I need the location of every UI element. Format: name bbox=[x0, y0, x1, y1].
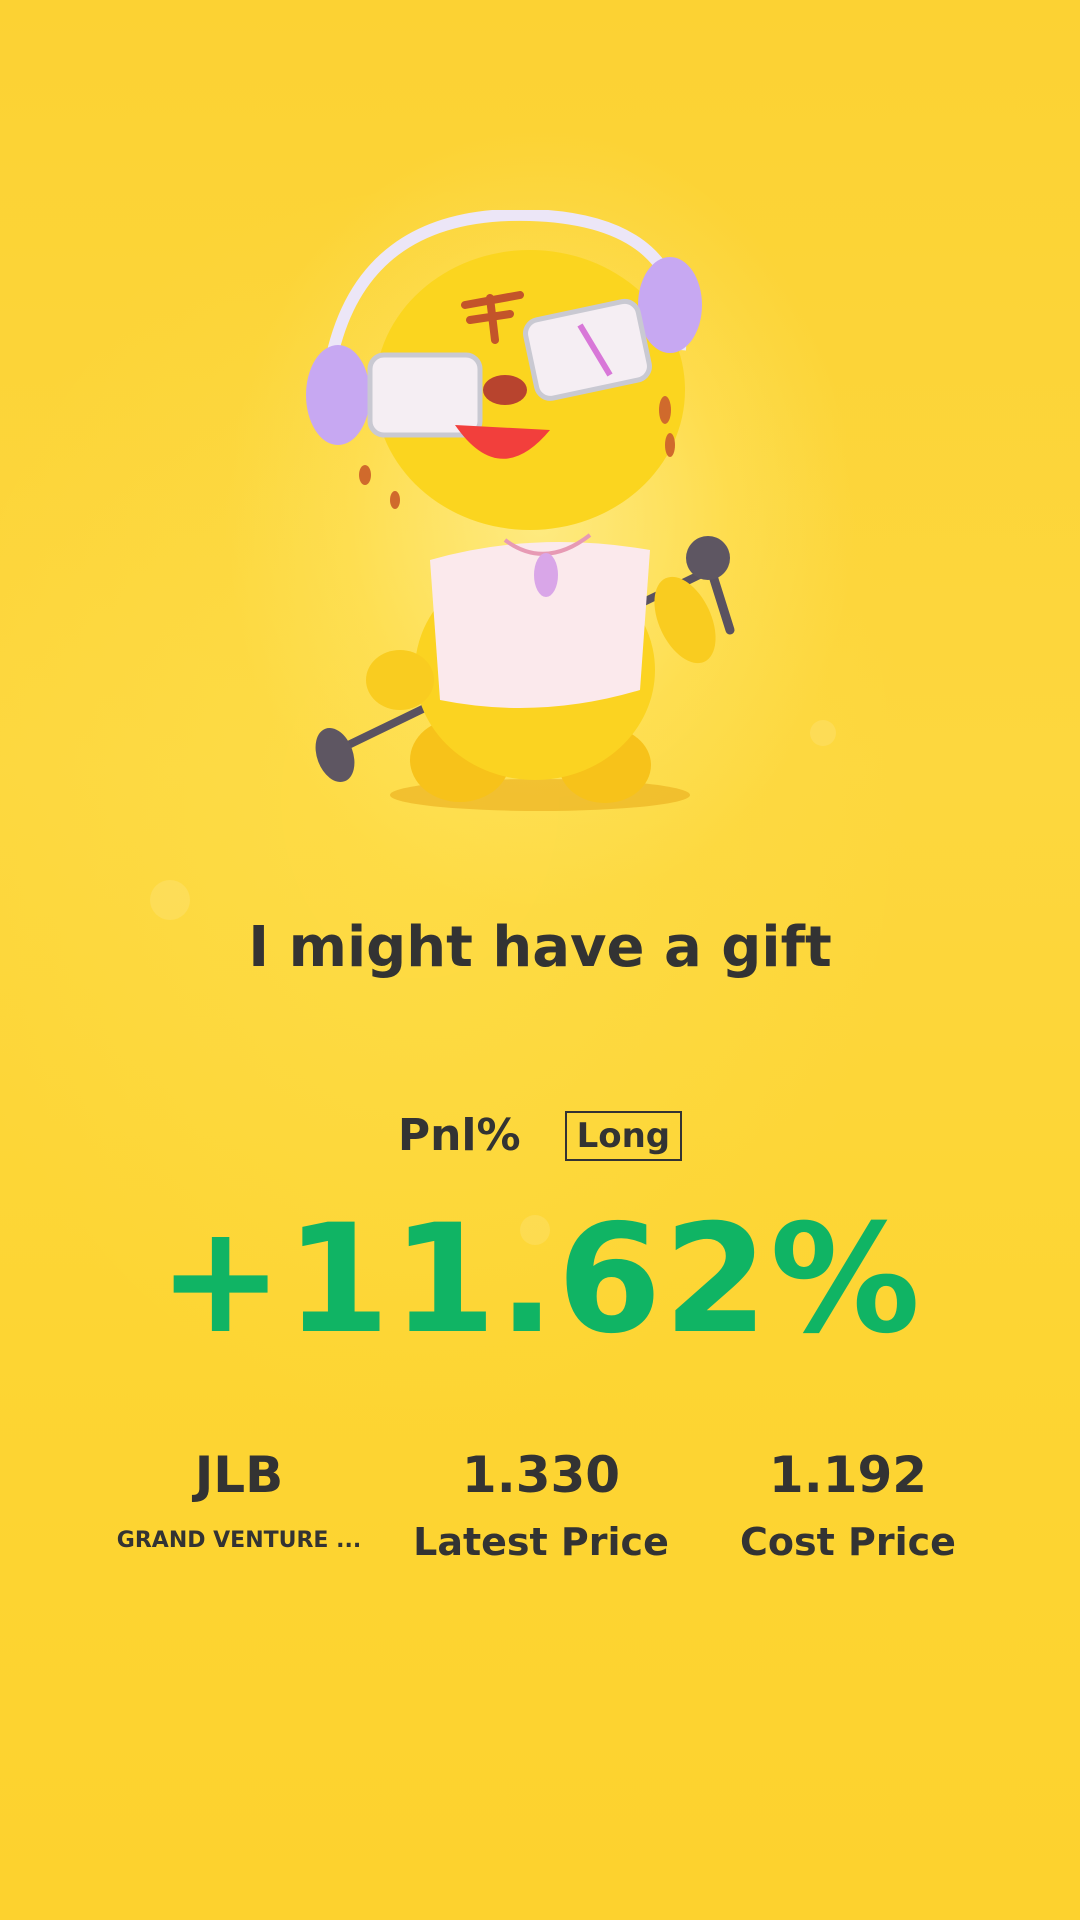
latest-price-stat: 1.330 Latest Price bbox=[391, 1440, 691, 1564]
position-direction-tag: Long bbox=[564, 1110, 683, 1161]
pnl-percentage: +11.62% bbox=[157, 1193, 923, 1367]
headline-text: I might have a gift bbox=[248, 915, 832, 980]
tiger-mascot-illustration bbox=[306, 210, 735, 811]
pnl-header: Pnl% Long bbox=[0, 1110, 1080, 1161]
decor-bubble bbox=[150, 880, 190, 920]
decor-bubble bbox=[810, 720, 836, 746]
latest-price-label: Latest Price bbox=[413, 1520, 669, 1564]
cost-price-value: 1.192 bbox=[768, 1446, 928, 1504]
position-stats: JLB GRAND VENTURE ... 1.330 Latest Price… bbox=[0, 1440, 1080, 1600]
stock-symbol: JLB bbox=[194, 1446, 284, 1504]
stock-stat: JLB GRAND VENTURE ... bbox=[89, 1440, 389, 1553]
latest-price-value: 1.330 bbox=[461, 1446, 621, 1504]
cost-price-stat: 1.192 Cost Price bbox=[698, 1440, 998, 1564]
cost-price-label: Cost Price bbox=[740, 1520, 956, 1564]
pnl-label: Pnl% bbox=[397, 1110, 521, 1161]
stock-name: GRAND VENTURE ... bbox=[116, 1528, 362, 1553]
